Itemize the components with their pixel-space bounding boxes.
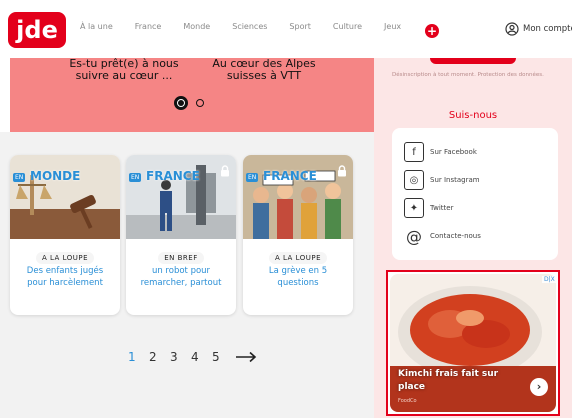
page-link-1[interactable]: 1: [128, 350, 149, 364]
follow-title: Suis-nous: [448, 110, 498, 121]
language-badge: EN: [246, 173, 259, 182]
hero-slide-title[interactable]: Au cœur des Alpes suisses à VTT: [194, 58, 334, 82]
jde-logo[interactable]: jde: [8, 10, 66, 50]
page-link-2[interactable]: 2: [149, 350, 170, 364]
account-link[interactable]: Mon compte: [505, 22, 572, 36]
article-image: [10, 155, 120, 239]
facebook-icon: f: [404, 142, 424, 162]
pagination: 1 2 3 4 5: [128, 350, 257, 364]
nav-item-a-la-une[interactable]: À la une: [80, 22, 113, 31]
social-label: Twitter: [430, 204, 454, 212]
card-rubric: FRANCE: [146, 169, 200, 183]
page-link-4[interactable]: 4: [191, 350, 212, 364]
ad-choices-label[interactable]: D|X: [542, 276, 557, 283]
social-link-facebook[interactable]: f Sur Facebook: [404, 142, 477, 162]
card-category-tag: A LA LOUPE: [268, 252, 327, 264]
social-link-instagram[interactable]: ◎ Sur Instagram: [404, 170, 480, 190]
newsletter-button[interactable]: [430, 58, 516, 64]
language-badge: EN: [129, 173, 142, 182]
nav-item-jeux[interactable]: Jeux: [384, 22, 401, 31]
social-label: Sur Instagram: [430, 176, 480, 184]
page-link-3[interactable]: 3: [170, 350, 191, 364]
carousel-dot[interactable]: [196, 99, 204, 107]
main-nav: À la une France Monde Sciences Sport Cul…: [80, 22, 423, 31]
social-label: Sur Facebook: [430, 148, 477, 156]
nav-item-sciences[interactable]: Sciences: [232, 22, 267, 31]
card-category-tag: A LA LOUPE: [35, 252, 94, 264]
nav-item-sport[interactable]: Sport: [289, 22, 310, 31]
social-links-card: f Sur Facebook ◎ Sur Instagram ✦ Twitter…: [392, 128, 558, 260]
social-link-contact[interactable]: @ Contacte-nous: [404, 226, 481, 246]
lock-icon: [338, 165, 346, 177]
ad-title[interactable]: Kimchi frais fait sur place: [398, 368, 518, 394]
card-title[interactable]: La grève en 5 questions: [249, 265, 347, 289]
chevron-right-icon[interactable]: ›: [530, 378, 548, 396]
ad-source: FoodCo: [398, 398, 417, 404]
social-link-twitter[interactable]: ✦ Twitter: [404, 198, 453, 218]
page-link-5[interactable]: 5: [212, 350, 233, 364]
plus-button[interactable]: +: [425, 24, 439, 38]
hero-carousel: Es-tu prêt(e) à nous suivre au cœur ... …: [10, 58, 374, 132]
article-card[interactable]: EN FRANCE A LA LOUPE La grève en 5 quest…: [243, 155, 353, 315]
nav-item-monde[interactable]: Monde: [183, 22, 210, 31]
language-badge: EN: [13, 173, 26, 182]
nav-item-culture[interactable]: Culture: [333, 22, 362, 31]
at-icon: @: [404, 226, 424, 246]
twitter-icon: ✦: [404, 198, 424, 218]
card-rubric: MONDE: [30, 169, 81, 183]
arrow-right-icon[interactable]: [235, 351, 257, 363]
carousel-dot-active[interactable]: [174, 96, 188, 110]
lock-icon: [221, 165, 229, 177]
card-title[interactable]: un robot pour remarcher, partout: [132, 265, 230, 289]
card-rubric: FRANCE: [263, 169, 317, 183]
nav-item-france[interactable]: France: [135, 22, 162, 31]
article-card[interactable]: EN MONDE A LA LOUPE Des enfants jugés po…: [10, 155, 120, 315]
newsletter-disclaimer: Désinscription à tout moment. Protection…: [392, 72, 544, 78]
article-card[interactable]: EN FRANCE EN BREF un robot pour remarche…: [126, 155, 236, 315]
card-title[interactable]: Des enfants jugés pour harcèlement: [16, 265, 114, 289]
svg-text:jde: jde: [15, 16, 58, 44]
hero-slide-title[interactable]: Es-tu prêt(e) à nous suivre au cœur ...: [54, 58, 194, 82]
instagram-icon: ◎: [404, 170, 424, 190]
account-label: Mon compte: [523, 24, 572, 34]
card-category-tag: EN BREF: [158, 252, 204, 264]
user-icon: [505, 22, 519, 36]
advertisement[interactable]: D|X Kimchi frais fait sur place FoodCo ›: [386, 270, 560, 416]
site-header: jde À la une France Monde Sciences Sport…: [0, 0, 572, 58]
social-label: Contacte-nous: [430, 232, 481, 240]
carousel-dots: [174, 96, 204, 110]
